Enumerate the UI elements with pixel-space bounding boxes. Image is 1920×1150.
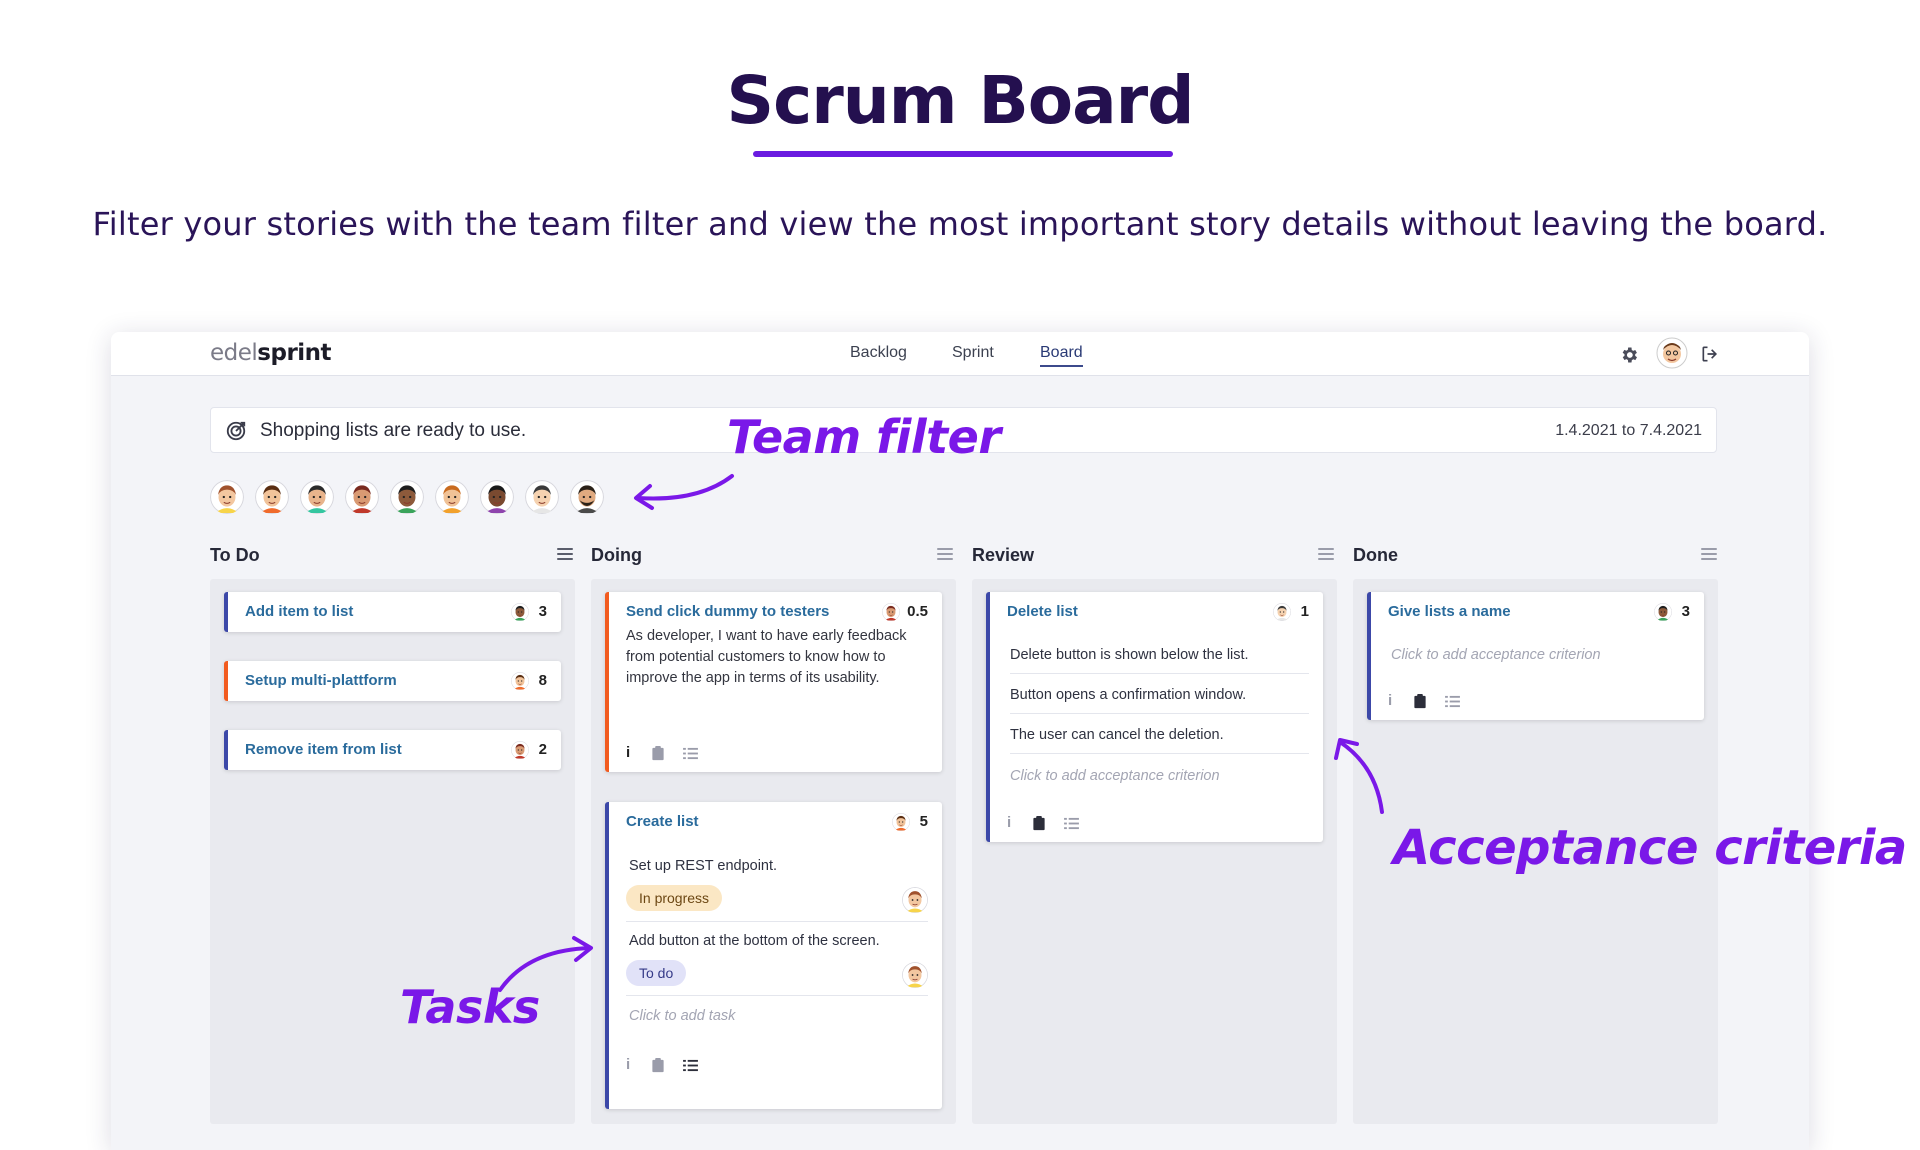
task-status-badge[interactable]: To do: [626, 960, 687, 986]
column-menu-icon[interactable]: [937, 548, 953, 562]
team-member-avatar[interactable]: [210, 480, 244, 514]
clipboard-icon[interactable]: [1413, 694, 1427, 709]
info-icon[interactable]: i: [626, 1056, 630, 1073]
story-card[interactable]: Add item to list 3: [224, 592, 561, 632]
story-points: 2: [538, 741, 547, 758]
add-criterion-placeholder[interactable]: Click to add acceptance criterion: [1010, 768, 1220, 784]
story-title[interactable]: Delete list: [1007, 603, 1078, 620]
checklist-icon[interactable]: [1064, 817, 1079, 830]
info-icon[interactable]: i: [1007, 814, 1011, 831]
column-title-doing: Doing: [591, 545, 642, 565]
team-member-avatar[interactable]: [255, 480, 289, 514]
sprint-date-range: 1.4.2021 to 7.4.2021: [1555, 422, 1702, 439]
story-title[interactable]: Add item to list: [245, 603, 353, 620]
info-icon[interactable]: i: [1388, 692, 1392, 709]
assignee-avatar: [511, 603, 529, 621]
column-title-todo: To Do: [210, 545, 260, 565]
story-title[interactable]: Create list: [626, 813, 699, 830]
column-menu-icon[interactable]: [557, 548, 573, 562]
clipboard-icon[interactable]: [651, 746, 665, 761]
story-title[interactable]: Setup multi-plattform: [245, 672, 397, 689]
lane-doing: Send click dummy to testers 0.5 As devel…: [591, 579, 956, 1124]
task-text[interactable]: Add button at the bottom of the screen.: [629, 933, 928, 959]
column-menu-icon[interactable]: [1318, 548, 1334, 562]
team-member-avatar[interactable]: [390, 480, 424, 514]
assignee-avatar: [511, 741, 529, 759]
lane-review: Delete list 1 Delete button is shown bel…: [972, 579, 1337, 1124]
team-member-avatar[interactable]: [570, 480, 604, 514]
story-card[interactable]: Send click dummy to testers 0.5 As devel…: [605, 592, 942, 772]
app-logo[interactable]: edelsprint: [210, 340, 332, 366]
team-member-avatar[interactable]: [345, 480, 379, 514]
task-status-badge[interactable]: In progress: [626, 885, 723, 911]
annotation-team-filter: Team filter: [727, 410, 1001, 464]
clipboard-icon[interactable]: [1032, 816, 1046, 831]
team-member-avatar[interactable]: [480, 480, 514, 514]
annotation-acceptance-criteria: Acceptance criteria: [1393, 820, 1907, 876]
assignee-avatar: [892, 813, 910, 831]
story-title[interactable]: Give lists a name: [1388, 603, 1511, 620]
story-points: 3: [538, 603, 547, 620]
task-text[interactable]: Set up REST endpoint.: [629, 858, 928, 884]
clipboard-icon[interactable]: [651, 1058, 665, 1073]
checklist-icon[interactable]: [683, 1059, 698, 1072]
divider: [626, 995, 928, 996]
title-underline: [753, 151, 1173, 157]
column-title-review: Review: [972, 545, 1035, 565]
user-avatar[interactable]: [1656, 337, 1688, 369]
page-subtitle: Filter your stories with the team filter…: [92, 205, 1828, 243]
story-card[interactable]: Delete list 1 Delete button is shown bel…: [986, 592, 1323, 842]
arrow-annotation-icon: [498, 936, 593, 992]
top-navbar: edelsprint Backlog Sprint Board: [111, 332, 1809, 376]
info-icon[interactable]: i: [626, 744, 630, 761]
logo-part2: sprint: [257, 340, 332, 366]
story-card[interactable]: Remove item from list 2: [224, 730, 561, 770]
nav-backlog[interactable]: Backlog: [850, 344, 907, 362]
acceptance-criterion[interactable]: The user can cancel the deletion.: [1010, 727, 1309, 754]
acceptance-criterion[interactable]: Delete button is shown below the list.: [1010, 647, 1309, 674]
story-card[interactable]: Setup multi-plattform 8: [224, 661, 561, 701]
story-points: 8: [538, 672, 547, 689]
team-member-avatar[interactable]: [525, 480, 559, 514]
story-title[interactable]: Send click dummy to testers: [626, 603, 829, 620]
assignee-avatar: [1273, 603, 1291, 621]
divider: [626, 921, 928, 922]
arrow-annotation-icon: [1334, 738, 1384, 814]
sprint-goal-text: Shopping lists are ready to use.: [260, 420, 527, 441]
nav-sprint[interactable]: Sprint: [952, 344, 994, 362]
column-title-done: Done: [1353, 545, 1398, 565]
checklist-icon[interactable]: [1445, 695, 1460, 708]
assignee-avatar: [511, 672, 529, 690]
story-points: 0.5: [907, 603, 928, 620]
story-card[interactable]: Give lists a name 3 Click to add accepta…: [1367, 592, 1704, 720]
nav-board[interactable]: Board: [1040, 344, 1083, 367]
task-assignee-avatar[interactable]: [902, 962, 928, 988]
story-description: As developer, I want to have early feedb…: [626, 628, 907, 686]
gear-icon[interactable]: [1619, 345, 1639, 365]
story-title[interactable]: Remove item from list: [245, 741, 402, 758]
arrow-annotation-icon: [634, 474, 734, 510]
goal-target-icon: [226, 421, 246, 441]
logout-icon[interactable]: [1699, 344, 1721, 364]
page-title: Scrum Board: [726, 62, 1195, 139]
logo-part1: edel: [210, 340, 258, 366]
assignee-avatar: [1654, 603, 1672, 621]
story-card[interactable]: Create list 5 Set up REST endpoint. In p…: [605, 802, 942, 1109]
add-criterion-placeholder[interactable]: Click to add acceptance criterion: [1391, 647, 1601, 663]
add-task-placeholder[interactable]: Click to add task: [629, 1008, 735, 1024]
story-points: 1: [1300, 603, 1309, 620]
assignee-avatar: [882, 603, 900, 621]
team-member-avatar[interactable]: [435, 480, 469, 514]
story-points: 5: [919, 813, 928, 830]
team-member-avatar[interactable]: [300, 480, 334, 514]
lane-todo: Add item to list 3 Setup multi-plattform…: [210, 579, 575, 1124]
task-assignee-avatar[interactable]: [902, 887, 928, 913]
story-points: 3: [1681, 603, 1690, 620]
checklist-icon[interactable]: [683, 747, 698, 760]
column-menu-icon[interactable]: [1701, 548, 1717, 562]
acceptance-criterion[interactable]: Button opens a confirmation window.: [1010, 687, 1309, 714]
